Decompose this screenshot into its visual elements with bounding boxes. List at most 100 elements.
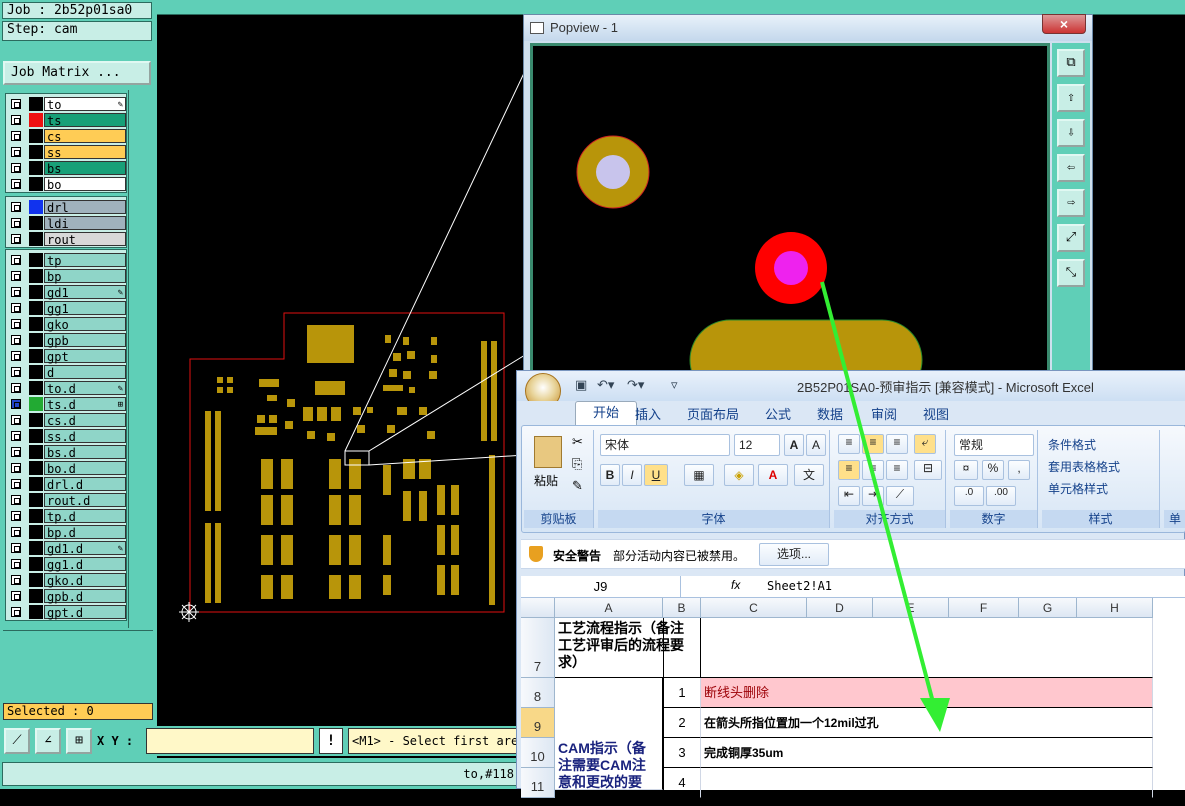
row-header[interactable]: 8: [521, 678, 555, 708]
column-header[interactable]: B: [663, 598, 701, 618]
layer-color-swatch[interactable]: [29, 381, 43, 395]
layer-checkbox[interactable]: [11, 218, 21, 228]
border-icon[interactable]: ▦: [684, 464, 714, 486]
layer-color-swatch[interactable]: [29, 541, 43, 555]
layer-color-swatch[interactable]: [29, 365, 43, 379]
layer-row[interactable]: bp.d: [6, 524, 126, 540]
layer-name[interactable]: bo.d: [44, 461, 126, 476]
fill-color-icon[interactable]: ◈: [724, 464, 754, 486]
layer-name[interactable]: d: [44, 365, 126, 380]
layer-color-swatch[interactable]: [29, 477, 43, 491]
layer-row[interactable]: gd1.d ✎: [6, 540, 126, 556]
layer-name[interactable]: gg1: [44, 301, 126, 316]
layer-color-swatch[interactable]: [29, 525, 43, 539]
undo-icon[interactable]: ↶▾: [597, 377, 614, 393]
layer-checkbox[interactable]: [11, 287, 21, 297]
layer-row[interactable]: gko: [6, 316, 126, 332]
tab-formulas[interactable]: 公式: [765, 404, 791, 423]
column-header[interactable]: G: [1019, 598, 1077, 618]
paste-icon[interactable]: [534, 436, 562, 468]
layer-name[interactable]: ss.d: [44, 429, 126, 444]
layer-color-swatch[interactable]: [29, 397, 43, 411]
layer-row[interactable]: gpb.d: [6, 588, 126, 604]
percent-icon[interactable]: %: [982, 460, 1004, 480]
name-box[interactable]: J9: [521, 576, 681, 597]
grid-icon[interactable]: ⊞: [66, 728, 92, 754]
layer-checkbox[interactable]: [11, 234, 21, 244]
layer-name[interactable]: gpb: [44, 333, 126, 348]
close-button[interactable]: ×: [1042, 14, 1086, 34]
view-tool-icon[interactable]: ⇨: [1057, 189, 1085, 217]
layer-color-swatch[interactable]: [29, 429, 43, 443]
layer-row[interactable]: bs.d: [6, 444, 126, 460]
layer-row[interactable]: rout.d: [6, 492, 126, 508]
layer-row[interactable]: tp.d: [6, 508, 126, 524]
layer-row[interactable]: to.d ✎: [6, 380, 126, 396]
layer-name[interactable]: ss: [44, 145, 126, 160]
layer-checkbox[interactable]: [11, 179, 21, 189]
layer-color-swatch[interactable]: [29, 493, 43, 507]
layer-name[interactable]: gpt: [44, 349, 126, 364]
cut-icon[interactable]: ✂: [572, 434, 583, 450]
layer-name[interactable]: bp: [44, 269, 126, 284]
layer-checkbox[interactable]: [11, 527, 21, 537]
alert-button[interactable]: !: [319, 728, 343, 754]
layer-row[interactable]: bo.d: [6, 460, 126, 476]
layer-checkbox[interactable]: [11, 319, 21, 329]
layer-checkbox[interactable]: [11, 335, 21, 345]
layer-color-swatch[interactable]: [29, 200, 43, 214]
cell-b[interactable]: 3: [663, 738, 701, 768]
layer-scrollbar[interactable]: [128, 90, 150, 628]
save-icon[interactable]: ▣: [575, 377, 587, 393]
layer-name[interactable]: drl.d: [44, 477, 126, 492]
layer-checkbox[interactable]: [11, 463, 21, 473]
column-header[interactable]: A: [555, 598, 663, 618]
layer-checkbox[interactable]: [11, 575, 21, 585]
layer-row[interactable]: drl: [6, 199, 126, 215]
job-matrix-button[interactable]: Job Matrix ...: [3, 61, 151, 85]
decrease-decimal-icon[interactable]: .00: [986, 486, 1016, 506]
redo-icon[interactable]: ↷▾: [627, 377, 644, 393]
view-tool-icon[interactable]: ⇩: [1057, 119, 1085, 147]
layer-color-swatch[interactable]: [29, 253, 43, 267]
layer-name[interactable]: gko: [44, 317, 126, 332]
layer-row[interactable]: gpt: [6, 348, 126, 364]
layer-checkbox[interactable]: [11, 351, 21, 361]
layer-color-swatch[interactable]: [29, 129, 43, 143]
layer-name[interactable]: to.d ✎: [44, 381, 126, 396]
layer-row[interactable]: rout: [6, 231, 126, 247]
layer-name[interactable]: bp.d: [44, 525, 126, 540]
layer-checkbox[interactable]: [11, 591, 21, 601]
tab-page-layout[interactable]: 页面布局: [687, 404, 739, 423]
layer-color-swatch[interactable]: [29, 216, 43, 230]
view-tool-icon[interactable]: ⇧: [1057, 84, 1085, 112]
layer-name[interactable]: cs.d: [44, 413, 126, 428]
layer-color-swatch[interactable]: [29, 113, 43, 127]
format-painter-icon[interactable]: ✎: [572, 478, 583, 494]
layer-name[interactable]: gpt.d: [44, 605, 126, 620]
layer-row[interactable]: tp: [6, 252, 126, 268]
paste-label[interactable]: 粘贴: [534, 472, 558, 489]
layer-checkbox[interactable]: [11, 115, 21, 125]
xy-input[interactable]: [146, 728, 314, 754]
layer-checkbox[interactable]: [11, 367, 21, 377]
layer-name[interactable]: gg1.d: [44, 557, 126, 572]
cell-a8-merged[interactable]: CAM指示（备注需要CAM注意和更改的要: [555, 678, 663, 790]
layer-row[interactable]: ss.d: [6, 428, 126, 444]
layer-color-swatch[interactable]: [29, 589, 43, 603]
layer-color-swatch[interactable]: [29, 557, 43, 571]
row-header[interactable]: 9: [521, 708, 555, 738]
layer-color-swatch[interactable]: [29, 301, 43, 315]
layer-row[interactable]: to ✎: [6, 96, 126, 112]
layer-row[interactable]: drl.d: [6, 476, 126, 492]
view-tool-icon[interactable]: ⤢: [1057, 224, 1085, 252]
layer-color-swatch[interactable]: [29, 573, 43, 587]
layer-color-swatch[interactable]: [29, 177, 43, 191]
snap-icon[interactable]: ∠: [35, 728, 61, 754]
layer-row[interactable]: gg1.d: [6, 556, 126, 572]
layer-checkbox[interactable]: [11, 447, 21, 457]
layer-checkbox[interactable]: [11, 163, 21, 173]
layer-name[interactable]: ts.d ⊞: [44, 397, 126, 412]
view-tool-icon[interactable]: ⧉: [1057, 49, 1085, 77]
cell-b[interactable]: 2: [663, 708, 701, 738]
